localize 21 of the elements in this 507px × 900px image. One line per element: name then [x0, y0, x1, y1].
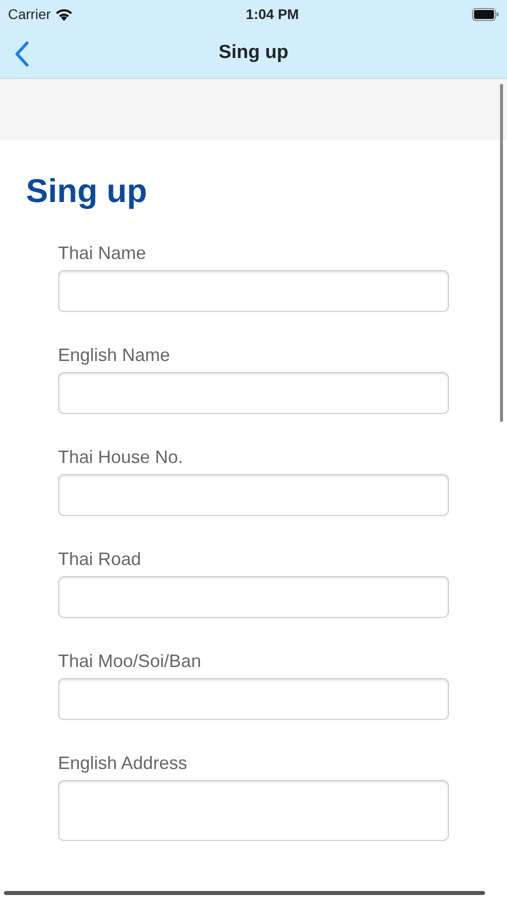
field-label: English Name — [58, 344, 170, 367]
input-field[interactable] — [58, 474, 449, 516]
nav-title: Sing up — [218, 40, 288, 65]
field-label: Thai House No. — [58, 446, 184, 468]
input-field[interactable] — [58, 780, 449, 840]
battery-icon — [472, 8, 499, 20]
clock-time: 1:04 PM — [246, 4, 299, 24]
input-field[interactable] — [58, 372, 449, 414]
wifi-icon — [54, 8, 73, 20]
field-label: Thai Name — [58, 242, 146, 264]
input-field[interactable] — [58, 270, 449, 312]
scroll-indicator[interactable] — [500, 84, 503, 422]
chevron-left-icon — [14, 41, 30, 67]
home-indicator[interactable] — [4, 891, 485, 895]
input-field[interactable] — [58, 576, 449, 618]
input-field[interactable] — [58, 678, 449, 720]
field-label: Thai Road — [58, 548, 142, 570]
page-heading: Sing up — [26, 171, 148, 211]
field-label: English Address — [58, 752, 188, 775]
carrier-label: Carrier — [8, 4, 51, 24]
field-label: Thai Moo/Soi/Ban — [58, 650, 202, 672]
